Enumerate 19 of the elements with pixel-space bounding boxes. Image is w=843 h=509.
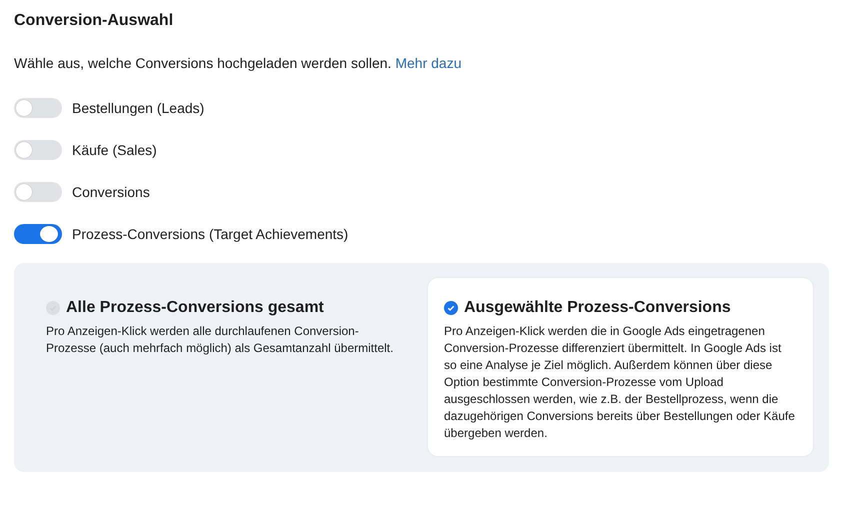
option-description: Pro Anzeigen-Klick werden die in Google Ads eingetragenen Conversion-Prozesse differenziert übermittelt. In Google Ads ist so eine Analyse je Ziel möglich. Außerdem können über diese Option bestimmte Conversion-Prozesse vom Upload ausgeschlossen werden, wie z.B. der Bestellprozess, wenn die dazugehörigen Conversions bereits über Bestellungen oder Käufe übergeben werden. (444, 323, 796, 442)
intro-text: Wähle aus, welche Conversions hochgeladen werden sollen. Mehr dazu (14, 54, 462, 73)
toggle-switch[interactable] (14, 224, 62, 244)
option-description: Pro Anzeigen-Klick werden alle durchlaufenen Conversion-Prozesse (auch mehrfach möglich) als Gesamtanzahl übermittelt. (46, 323, 394, 357)
option-card[interactable] (428, 278, 813, 456)
toggle-switch[interactable] (14, 98, 62, 118)
option-title: Ausgewählte Prozess-Conversions (464, 298, 731, 318)
toggle-switch[interactable] (14, 182, 62, 202)
toggle-label: Bestellungen (Leads) (72, 98, 204, 118)
check-circle-icon[interactable] (444, 301, 458, 315)
toggle-label: Prozess-Conversions (Target Achievements) (72, 224, 348, 244)
learn-more-link[interactable]: Mehr dazu (395, 55, 462, 71)
toggle-switch[interactable] (14, 140, 62, 160)
section-title: Conversion-Auswahl (14, 11, 174, 31)
radio-icon[interactable] (46, 301, 60, 315)
option-card[interactable]: Alle Prozess-Conversions gesamt Pro Anzeigen-Klick werden alle durchlaufenen Conversion-Prozesse (auch mehrfach möglich) als Gesamtanzahl übermittelt. (30, 278, 415, 456)
option-title: Alle Prozess-Conversions gesamt (66, 298, 324, 318)
toggle-label: Käufe (Sales) (72, 140, 157, 160)
toggle-label: Conversions (72, 182, 150, 202)
